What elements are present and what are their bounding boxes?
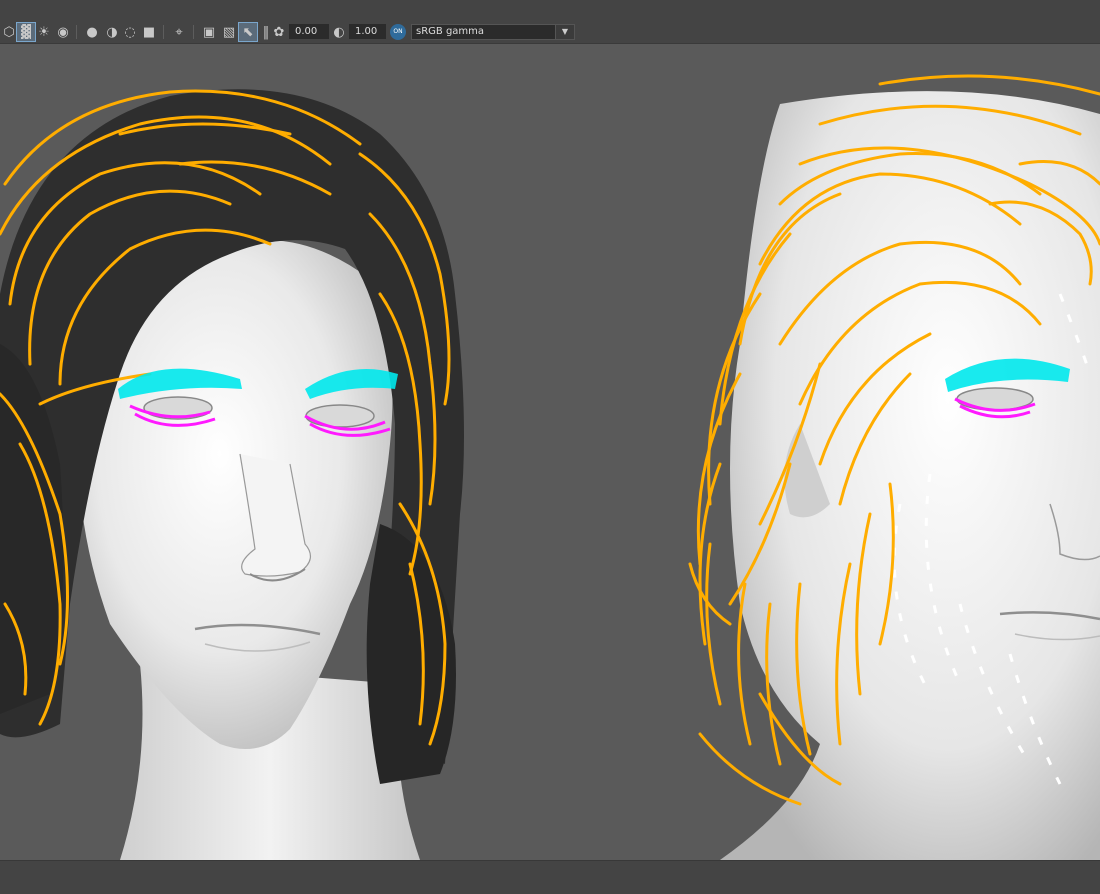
exposure-field[interactable]: 0.00 [289,24,329,39]
bottom-bar [0,860,1100,894]
top-strip [0,0,1100,21]
isolate-icon[interactable]: ⌖ [170,23,188,41]
circle-icon[interactable]: ◌ [121,23,139,41]
cube-icon[interactable]: ⬡ [0,23,18,41]
viewport-render [0,74,1100,860]
gamma-field[interactable]: 1.00 [349,24,386,39]
camera-icon[interactable]: ◉ [54,23,72,41]
view-transform-dropdown[interactable]: sRGB gamma ▼ [411,24,575,40]
color-management-icon[interactable]: ON [390,24,406,40]
light-bulb-icon[interactable]: ☀ [35,23,53,41]
grid-icon[interactable]: ■ [140,23,158,41]
left-head-model[interactable] [0,89,464,860]
chevron-down-icon[interactable]: ▼ [555,25,574,39]
shaded-sphere-icon[interactable]: ◑ [103,23,121,41]
toolbar-separator [76,25,77,39]
sphere-icon[interactable]: ● [83,23,101,41]
viewport-toolbar: ⬡ ▓ ☀ ◉ ● ◑ ◌ ■ ⌖ ▣ ▧ ⬉ ‖ ✿ 0.00 ◐ 1.00 … [0,21,1100,44]
view-transform-label: sRGB gamma [416,26,485,37]
toolbar-separator [163,25,164,39]
split-view-icon[interactable]: ▣ [200,23,218,41]
toolbar-separator [193,25,194,39]
gamma-icon[interactable]: ◐ [330,23,348,41]
exposure-icon[interactable]: ✿ [270,23,288,41]
checker-icon[interactable]: ▓ [16,22,36,42]
3d-viewport[interactable] [0,44,1100,860]
frame-icon[interactable]: ⬉ [238,22,258,42]
overlay-icon[interactable]: ▧ [220,23,238,41]
